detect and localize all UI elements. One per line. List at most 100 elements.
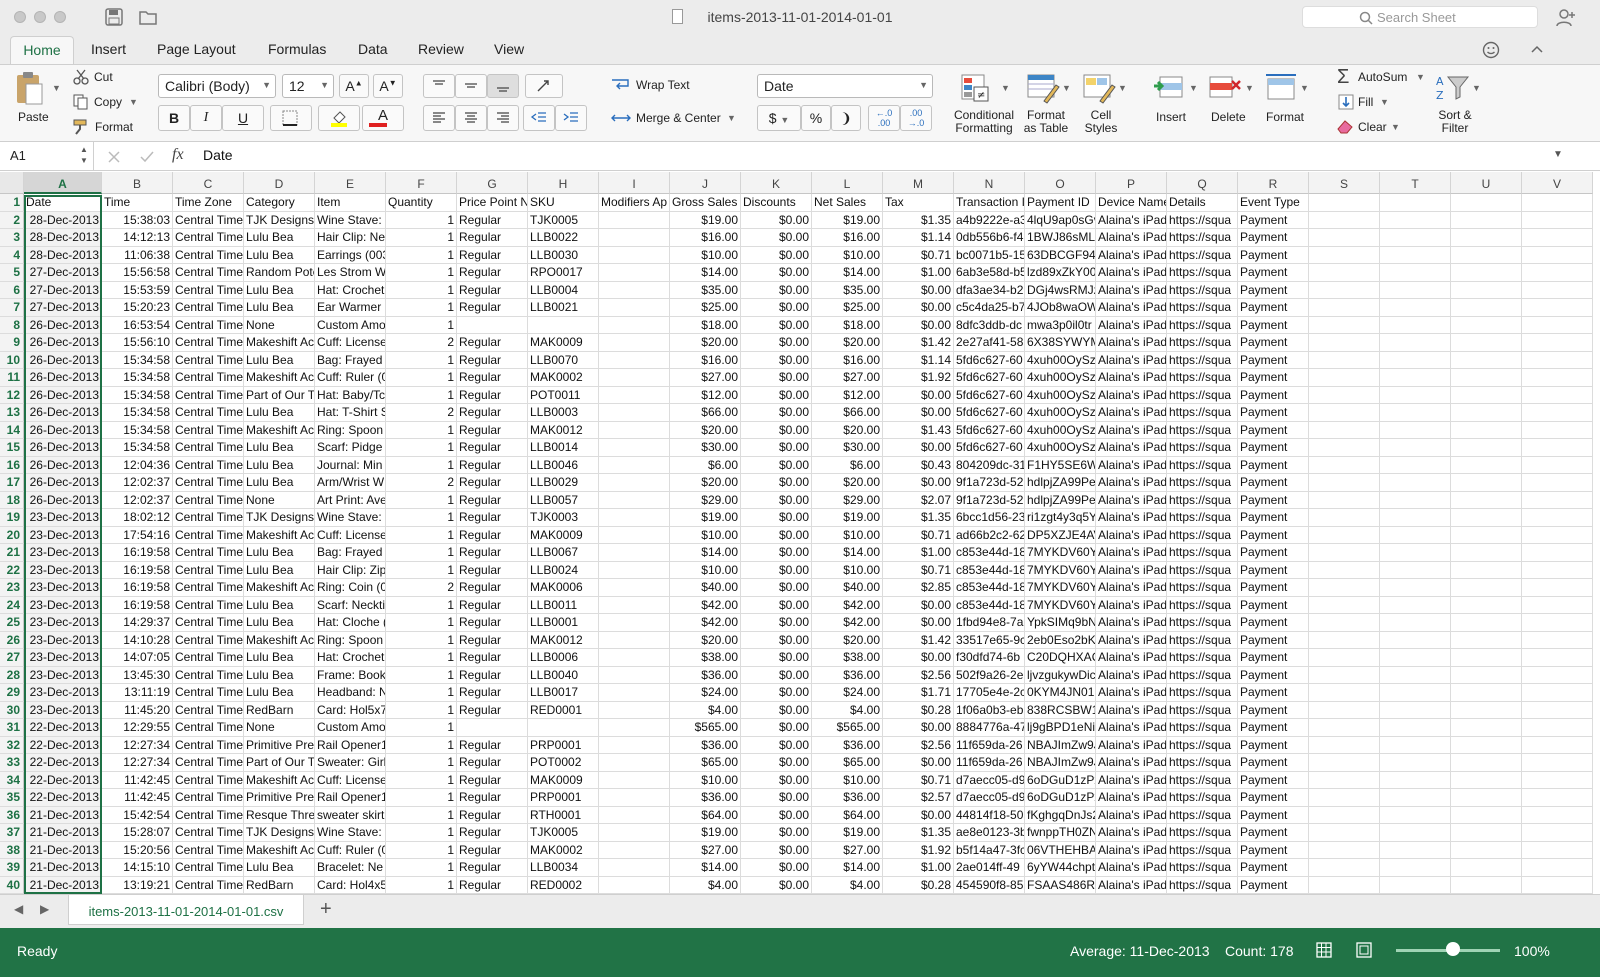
- cell[interactable]: Payment: [1238, 544, 1309, 562]
- increase-indent-button[interactable]: [555, 105, 587, 131]
- cell[interactable]: $4.00: [670, 876, 741, 894]
- cell[interactable]: $27.00: [812, 369, 883, 387]
- cell[interactable]: Scarf: Pidge (: [315, 439, 386, 457]
- cell[interactable]: RED0002: [528, 876, 599, 894]
- cell[interactable]: TJK0003: [528, 509, 599, 527]
- cell[interactable]: Alaina's iPad: [1096, 771, 1167, 789]
- cell[interactable]: [1451, 474, 1522, 492]
- cell[interactable]: None: [244, 316, 315, 334]
- cell[interactable]: $0.00: [741, 684, 812, 702]
- cell[interactable]: MAK0009: [528, 526, 599, 544]
- cell[interactable]: $14.00: [670, 264, 741, 282]
- cell[interactable]: $0.00: [883, 439, 954, 457]
- row-header[interactable]: 17: [0, 474, 24, 492]
- cell[interactable]: [599, 509, 670, 527]
- cell[interactable]: https://squa: [1167, 719, 1238, 737]
- cell[interactable]: Payment: [1238, 859, 1309, 877]
- cell[interactable]: [1522, 719, 1593, 737]
- cell[interactable]: Regular: [457, 789, 528, 807]
- cell[interactable]: Central Time: [173, 614, 244, 632]
- cell[interactable]: [1309, 771, 1380, 789]
- cell[interactable]: $0.00: [741, 211, 812, 229]
- cell[interactable]: Cuff: License: [315, 771, 386, 789]
- cell[interactable]: [1380, 736, 1451, 754]
- cell[interactable]: 1: [386, 631, 457, 649]
- cell[interactable]: [1522, 614, 1593, 632]
- cell[interactable]: 502f9a26-2e: [954, 666, 1025, 684]
- cell[interactable]: LLB0003: [528, 404, 599, 422]
- cell[interactable]: [1309, 439, 1380, 457]
- cell[interactable]: [1309, 526, 1380, 544]
- cell[interactable]: Bracelet: Ne: [315, 859, 386, 877]
- cell[interactable]: [599, 264, 670, 282]
- cell[interactable]: Central Time: [173, 736, 244, 754]
- cell[interactable]: https://squa: [1167, 666, 1238, 684]
- cell[interactable]: $565.00: [812, 719, 883, 737]
- cell[interactable]: LLB0040: [528, 666, 599, 684]
- cell[interactable]: 2e27af41-58: [954, 334, 1025, 352]
- cell[interactable]: https://squa: [1167, 264, 1238, 282]
- cell[interactable]: Payment: [1238, 771, 1309, 789]
- cell[interactable]: [599, 771, 670, 789]
- cell[interactable]: 28-Dec-2013: [24, 211, 102, 229]
- cell[interactable]: Time Zone: [173, 194, 244, 212]
- cell[interactable]: Time: [102, 194, 173, 212]
- cell[interactable]: Ring: Spoon (: [315, 421, 386, 439]
- cell[interactable]: Payment: [1238, 561, 1309, 579]
- cell[interactable]: [1309, 579, 1380, 597]
- cell[interactable]: Alaina's iPad: [1096, 806, 1167, 824]
- cell[interactable]: [1522, 789, 1593, 807]
- cell[interactable]: 14:07:05: [102, 649, 173, 667]
- column-header[interactable]: Q: [1167, 172, 1238, 194]
- cell[interactable]: [1380, 631, 1451, 649]
- cell[interactable]: Regular: [457, 859, 528, 877]
- fill-color-button[interactable]: [318, 105, 360, 131]
- cell-styles-label[interactable]: Cell Styles: [1080, 109, 1122, 135]
- cell[interactable]: $36.00: [670, 789, 741, 807]
- cell[interactable]: $42.00: [812, 596, 883, 614]
- cell[interactable]: Makeshift Ac: [244, 334, 315, 352]
- cell[interactable]: 1f06a0b3-eb: [954, 701, 1025, 719]
- cell[interactable]: [1522, 386, 1593, 404]
- font-size-select[interactable]: 12 ▼: [282, 74, 334, 98]
- cell[interactable]: $6.00: [670, 456, 741, 474]
- cell[interactable]: TJK Designs: [244, 509, 315, 527]
- cell[interactable]: $0.00: [741, 649, 812, 667]
- cell[interactable]: 2: [386, 404, 457, 422]
- cell[interactable]: $0.00: [741, 544, 812, 562]
- cell[interactable]: Central Time: [173, 281, 244, 299]
- cell[interactable]: 6yYW44chpt: [1025, 859, 1096, 877]
- cell[interactable]: 15:34:58: [102, 386, 173, 404]
- row-header[interactable]: 33: [0, 754, 24, 772]
- cell[interactable]: [1451, 194, 1522, 212]
- cell[interactable]: 0KYM4JN01F: [1025, 684, 1096, 702]
- cell[interactable]: Tax: [883, 194, 954, 212]
- cell[interactable]: 15:28:07: [102, 824, 173, 842]
- cell[interactable]: [1451, 614, 1522, 632]
- cell[interactable]: [1451, 579, 1522, 597]
- cell[interactable]: Regular: [457, 824, 528, 842]
- cell[interactable]: [1522, 316, 1593, 334]
- cell[interactable]: Payment: [1238, 474, 1309, 492]
- cell[interactable]: $0.00: [741, 351, 812, 369]
- cell[interactable]: 23-Dec-2013: [24, 701, 102, 719]
- cell[interactable]: $14.00: [812, 264, 883, 282]
- cell[interactable]: [1451, 806, 1522, 824]
- cell[interactable]: Les Strom W: [315, 264, 386, 282]
- row-header[interactable]: 20: [0, 526, 24, 544]
- cell[interactable]: [1380, 211, 1451, 229]
- cell[interactable]: 2ae014ff-49: [954, 859, 1025, 877]
- cell[interactable]: Central Time: [173, 701, 244, 719]
- cell[interactable]: $10.00: [812, 561, 883, 579]
- cell[interactable]: 4xuh00OySz: [1025, 404, 1096, 422]
- cell[interactable]: $1.14: [883, 229, 954, 247]
- cell[interactable]: [1380, 701, 1451, 719]
- cell[interactable]: Central Time: [173, 474, 244, 492]
- cell[interactable]: $19.00: [670, 509, 741, 527]
- cell[interactable]: TJK Designs: [244, 211, 315, 229]
- fill-dropdown-icon[interactable]: ▼: [1380, 97, 1389, 107]
- align-top-button[interactable]: [423, 74, 455, 98]
- cell[interactable]: $20.00: [812, 334, 883, 352]
- zoom-window-button[interactable]: [54, 11, 66, 23]
- cell[interactable]: 15:53:59: [102, 281, 173, 299]
